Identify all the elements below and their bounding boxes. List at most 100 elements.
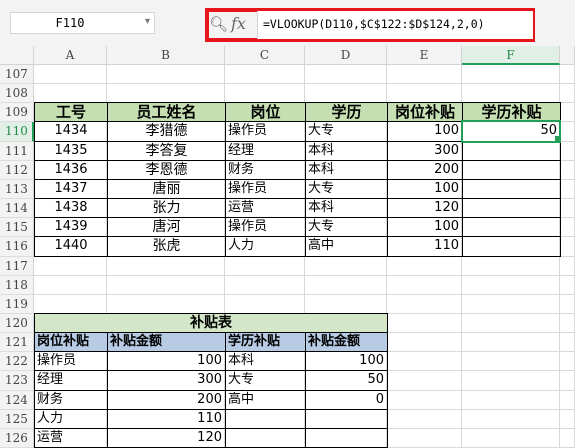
row-header-124[interactable]: 124 (0, 391, 34, 410)
grid-cell[interactable] (305, 257, 387, 276)
subsidy-table-cell[interactable]: 本科 (225, 351, 306, 371)
row-header-122[interactable]: 122 (0, 352, 34, 371)
grid-cell[interactable] (107, 65, 225, 84)
subsidy-table-title[interactable]: 补贴表 (34, 313, 388, 333)
grid-cell[interactable] (462, 295, 560, 314)
grid-cell[interactable] (462, 391, 560, 410)
main-table-cell[interactable]: 大专 (305, 121, 388, 142)
main-table-cell[interactable]: 1434 (34, 121, 108, 142)
grid-cell[interactable] (560, 180, 575, 199)
column-header-c[interactable]: C (225, 46, 305, 65)
chevron-down-icon[interactable]: ▾ (145, 16, 150, 27)
grid-cell[interactable] (560, 122, 575, 142)
grid-cell[interactable] (560, 218, 575, 237)
subsidy-table-cell[interactable]: 110 (107, 409, 226, 429)
grid-cell[interactable] (34, 257, 107, 276)
main-table-cell[interactable]: 经理 (225, 141, 306, 161)
row-header-114[interactable]: 114 (0, 199, 34, 218)
main-table-cell[interactable]: 唐丽 (107, 179, 226, 199)
main-table-cell[interactable]: 1437 (34, 179, 108, 199)
subsidy-table-cell[interactable]: 200 (107, 390, 226, 410)
row-header-121[interactable]: 121 (0, 333, 34, 352)
main-table-cell[interactable]: 张力 (107, 198, 226, 218)
grid-cell[interactable] (34, 84, 107, 103)
main-table-cell[interactable]: 100 (387, 217, 463, 237)
grid-cell[interactable] (107, 257, 225, 276)
main-table-cell[interactable]: 操作员 (225, 179, 306, 199)
active-cell-outline[interactable] (461, 120, 561, 143)
main-table-cell[interactable]: 李猎德 (107, 121, 226, 142)
grid-cell[interactable] (305, 276, 387, 295)
main-table-cell[interactable]: 操作员 (225, 217, 306, 237)
main-table-header[interactable]: 岗位补贴 (387, 102, 463, 122)
row-header-119[interactable]: 119 (0, 295, 34, 314)
main-table-cell[interactable]: 120 (387, 198, 463, 218)
main-table-cell[interactable] (462, 236, 561, 257)
grid-cell[interactable] (560, 429, 575, 448)
grid-cell[interactable] (387, 391, 462, 410)
grid-cell[interactable] (462, 65, 560, 84)
main-table-cell[interactable]: 1439 (34, 217, 108, 237)
grid-cell[interactable] (462, 352, 560, 371)
main-table-cell[interactable]: 李恩德 (107, 160, 226, 180)
grid-cell[interactable] (462, 429, 560, 448)
main-table-cell[interactable]: 本科 (305, 198, 388, 218)
grid-cell[interactable] (560, 237, 575, 257)
main-table-cell[interactable]: 大专 (305, 217, 388, 237)
row-header-126[interactable]: 126 (0, 429, 34, 448)
row-header-120[interactable]: 120 (0, 314, 34, 333)
grid-cell[interactable] (462, 314, 560, 333)
row-header-113[interactable]: 113 (0, 180, 34, 199)
row-header-109[interactable]: 109 (0, 103, 34, 122)
subsidy-table-cell[interactable]: 人力 (34, 409, 108, 429)
main-table-cell[interactable]: 李答复 (107, 141, 226, 161)
grid-cell[interactable] (560, 161, 575, 180)
grid-cell[interactable] (387, 352, 462, 371)
grid-cell[interactable] (107, 84, 225, 103)
grid-cell[interactable] (305, 65, 387, 84)
grid-cell[interactable] (560, 352, 575, 371)
grid-cell[interactable] (225, 84, 305, 103)
main-table-cell[interactable]: 100 (387, 179, 463, 199)
main-table-cell[interactable]: 高中 (305, 236, 388, 257)
grid-cell[interactable] (387, 429, 462, 448)
grid-cell[interactable] (34, 276, 107, 295)
main-table-cell[interactable]: 唐河 (107, 217, 226, 237)
grid-cell[interactable] (387, 371, 462, 391)
main-table-cell[interactable]: 张虎 (107, 236, 226, 257)
main-table-cell[interactable]: 本科 (305, 160, 388, 180)
subsidy-table-cell[interactable]: 经理 (34, 370, 108, 391)
main-table-header[interactable]: 学历 (305, 102, 388, 122)
subsidy-table-cell[interactable] (225, 409, 306, 429)
grid-cell[interactable] (225, 276, 305, 295)
grid-cell[interactable] (462, 257, 560, 276)
main-table-cell[interactable] (462, 179, 561, 199)
grid-cell[interactable] (387, 410, 462, 429)
main-table-cell[interactable]: 本科 (305, 141, 388, 161)
column-header-a[interactable]: A (34, 46, 107, 65)
grid-cell[interactable] (462, 84, 560, 103)
main-table-cell[interactable]: 1435 (34, 141, 108, 161)
subsidy-table-cell[interactable] (225, 428, 306, 448)
grid-cell[interactable] (560, 103, 575, 122)
subsidy-table-header[interactable]: 补贴金额 (107, 332, 226, 352)
function-icon[interactable]: fx (231, 14, 246, 33)
row-header-110[interactable]: 110 (0, 122, 34, 142)
grid-cell[interactable] (387, 65, 462, 84)
main-table-header[interactable]: 学历补贴 (462, 102, 561, 122)
row-header-116[interactable]: 116 (0, 237, 34, 257)
formula-input[interactable]: =VLOOKUP(D110,$C$122:$D$124,2,0) (257, 11, 533, 39)
subsidy-table-cell[interactable] (305, 409, 388, 429)
column-header-f[interactable]: F (462, 46, 560, 65)
grid-cell[interactable] (560, 199, 575, 218)
main-table-header[interactable]: 工号 (34, 102, 108, 122)
main-table-cell[interactable]: 300 (387, 141, 463, 161)
grid-cell[interactable] (34, 295, 107, 314)
subsidy-table-header[interactable]: 补贴金额 (305, 332, 388, 352)
subsidy-table-cell[interactable]: 高中 (225, 390, 306, 410)
main-table-header[interactable]: 员工姓名 (107, 102, 226, 122)
grid-cell[interactable] (34, 65, 107, 84)
subsidy-table-header[interactable]: 学历补贴 (225, 332, 306, 352)
row-header-117[interactable]: 117 (0, 257, 34, 276)
subsidy-table-cell[interactable]: 100 (107, 351, 226, 371)
